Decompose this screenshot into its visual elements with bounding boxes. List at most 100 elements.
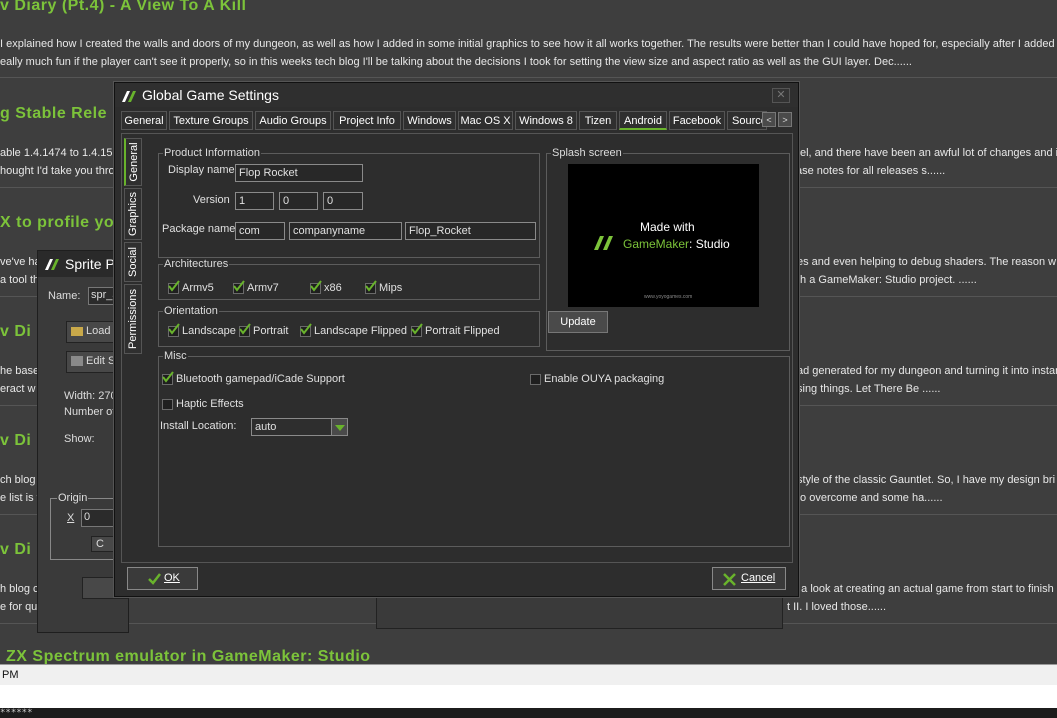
portrait-checkbox[interactable]: Portrait — [239, 322, 288, 337]
architectures-group: Architectures Armv5 Armv7 x86 Mips — [158, 258, 540, 300]
package-domain-input[interactable]: com — [235, 222, 285, 240]
subtab-permissions[interactable]: Permissions — [124, 284, 142, 354]
post-excerpt: to overcome and some ha...... — [797, 492, 943, 504]
mips-checkbox[interactable]: Mips — [365, 279, 402, 294]
haptic-effects-checkbox[interactable]: Haptic Effects — [162, 398, 244, 410]
made-with-text: Made with — [640, 220, 695, 234]
tab-scroll-right-icon[interactable]: > — [778, 112, 792, 127]
tab-label: Texture Groups — [173, 115, 249, 127]
dialog-titlebar[interactable]: Global Game Settings ✕ — [115, 83, 798, 107]
origin-legend: Origin — [57, 492, 89, 504]
post-excerpt: t II. I loved those...... — [787, 601, 887, 613]
tab-android[interactable]: Android — [619, 111, 667, 130]
cross-icon — [723, 573, 736, 586]
version-build-input[interactable]: 0 — [323, 192, 363, 210]
subtab-graphics[interactable]: Graphics — [124, 188, 142, 240]
subtab-social[interactable]: Social — [124, 242, 142, 282]
bluetooth-gamepad-label: Bluetooth gamepad/iCade Support — [176, 373, 345, 385]
enable-ouya-checkbox[interactable]: Enable OUYA packaging — [530, 373, 664, 385]
gamemaker-studio-text: GameMaker: Studio — [623, 237, 730, 251]
post-excerpt: sing things. Let There Be ...... — [797, 383, 941, 395]
tab-audio-groups[interactable]: Audio Groups — [255, 111, 331, 130]
install-location-label: Install Location: — [160, 420, 237, 432]
checkmark-icon — [411, 322, 423, 337]
tab-windows-8[interactable]: Windows 8 — [515, 111, 577, 130]
package-product-input[interactable]: Flop_Rocket — [405, 222, 536, 240]
x86-checkbox[interactable]: x86 — [310, 279, 342, 294]
version-label: Version — [193, 194, 230, 206]
post-excerpt: I explained how I created the walls and … — [0, 38, 1055, 50]
post-title[interactable]: v Diary (Pt.4) - A View To A Kill — [0, 0, 246, 15]
tab-label: Project Info — [339, 115, 395, 127]
bluetooth-gamepad-checkbox[interactable]: Bluetooth gamepad/iCade Support — [162, 370, 345, 385]
version-minor-input[interactable]: 0 — [279, 192, 318, 210]
post-title[interactable]: v Di — [0, 541, 31, 559]
cancel-button-label: Cancel — [741, 572, 776, 584]
product-information-legend: Product Information — [163, 147, 261, 159]
post-excerpt: th a GameMaker: Studio project. ...... — [797, 274, 977, 286]
gamemaker-logo-icon — [122, 91, 136, 102]
platform-tabs: General Texture Groups Audio Groups Proj… — [121, 111, 792, 131]
show-label: Show: — [64, 433, 95, 445]
cancel-button[interactable]: Cancel — [712, 567, 786, 590]
tab-mac-os-x[interactable]: Mac OS X — [458, 111, 513, 130]
close-icon: ✕ — [776, 89, 786, 101]
post-title[interactable]: g Stable Rele — [0, 105, 107, 123]
tab-tizen[interactable]: Tizen — [579, 111, 617, 130]
tab-source[interactable]: Source — [727, 111, 767, 130]
armv7-checkbox[interactable]: Armv7 — [233, 279, 279, 294]
folder-icon — [71, 326, 83, 336]
portrait-flipped-checkbox[interactable]: Portrait Flipped — [411, 322, 500, 337]
separator — [0, 77, 1057, 78]
post-excerpt: ch blog — [0, 474, 36, 486]
version-major-input[interactable]: 1 — [235, 192, 274, 210]
post-excerpt: es and even helping to debug shaders. Th… — [797, 256, 1057, 268]
post-title[interactable]: v Di — [0, 323, 31, 341]
sprite-window-title: Sprite P — [65, 256, 115, 272]
subtab-label: Permissions — [127, 289, 139, 349]
ok-button[interactable]: OK — [127, 567, 198, 590]
splash-screen-preview: Made with GameMaker: Studio www.yoyogame… — [568, 164, 759, 307]
studio-word: : Studio — [689, 237, 730, 251]
display-name-input[interactable]: Flop Rocket — [235, 164, 363, 182]
gamemaker-logo-icon — [594, 236, 613, 250]
tab-label: General — [124, 115, 164, 127]
landscape-checkbox[interactable]: Landscape — [168, 322, 236, 337]
android-settings-panel: General Graphics Social Permissions Prod… — [121, 133, 793, 563]
checkbox-box — [162, 398, 173, 410]
update-splash-button[interactable]: Update — [548, 311, 608, 333]
subtab-general[interactable]: General — [124, 138, 142, 186]
tab-scroll-left-icon[interactable]: < — [762, 112, 776, 127]
post-excerpt: eally much fun if the player can't see i… — [0, 56, 912, 68]
tab-project-info[interactable]: Project Info — [333, 111, 401, 130]
post-excerpt: ase notes for all releases s...... — [796, 165, 946, 177]
install-location-value: auto — [255, 421, 277, 433]
package-name-label: Package name — [162, 223, 236, 235]
post-title[interactable]: v Di — [0, 432, 31, 450]
post-excerpt: eract w — [0, 383, 36, 395]
install-location-select[interactable]: auto — [251, 418, 348, 436]
tab-label: Tizen — [584, 115, 612, 127]
landscape-flipped-label: Landscape Flipped — [314, 325, 407, 337]
tab-windows[interactable]: Windows — [403, 111, 456, 130]
checkbox-box — [530, 373, 541, 385]
tab-label: Facebook — [672, 115, 722, 127]
armv5-checkbox[interactable]: Armv5 — [168, 279, 214, 294]
name-label: Name: — [48, 290, 81, 302]
tab-texture-groups[interactable]: Texture Groups — [169, 111, 253, 130]
package-company-input[interactable]: companyname — [289, 222, 402, 240]
width-text: Width: 270 — [64, 390, 117, 402]
haptic-effects-label: Haptic Effects — [176, 398, 244, 410]
orientation-group: Orientation Landscape Portrait Landscape… — [158, 305, 540, 347]
gamemaker-logo-icon — [45, 259, 59, 270]
checkmark-icon — [300, 322, 312, 337]
tab-general[interactable]: General — [121, 111, 167, 130]
armv5-label: Armv5 — [182, 282, 214, 294]
landscape-flipped-checkbox[interactable]: Landscape Flipped — [300, 322, 407, 337]
subtab-label: Graphics — [127, 191, 139, 237]
ok-button-label: OK — [164, 572, 180, 584]
close-button[interactable]: ✕ — [772, 88, 790, 103]
display-name-label: Display name — [168, 164, 235, 176]
post-title[interactable]: X to profile yo — [0, 214, 114, 232]
tab-facebook[interactable]: Facebook — [669, 111, 725, 130]
